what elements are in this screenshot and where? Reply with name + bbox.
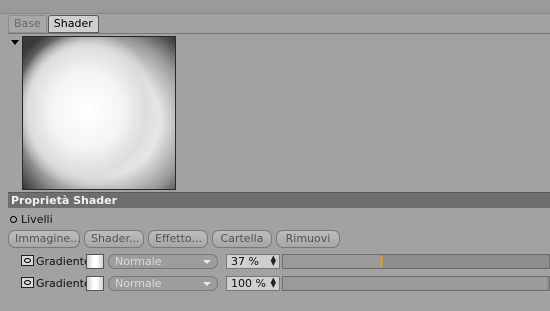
eye-icon[interactable]: [21, 277, 34, 288]
blend-mode-select[interactable]: Normale: [108, 254, 218, 269]
opacity-value: 100 %: [231, 277, 266, 290]
spinner-arrows-icon[interactable]: ▲ ▼: [271, 277, 276, 289]
shader-preview: [22, 36, 176, 190]
layer-row: Gradiente Normale 100 % ▲ ▼: [20, 275, 550, 293]
blend-mode-value: Normale: [115, 255, 162, 268]
slider-fill: [283, 255, 381, 268]
spinner-arrows-icon[interactable]: ▲ ▼: [271, 255, 276, 267]
shader-button[interactable]: Shader...: [84, 230, 144, 248]
tab-divider: [8, 33, 550, 34]
opacity-field[interactable]: 100 % ▲ ▼: [226, 276, 280, 291]
eye-icon[interactable]: [21, 255, 34, 266]
preview-image: [23, 37, 175, 189]
tab-bar: Base Shader: [8, 15, 100, 33]
layer-name: Gradiente: [36, 255, 91, 268]
livelli-label: Livelli: [21, 213, 53, 226]
top-bar: [0, 0, 550, 14]
layer-row: Gradiente Normale 37 % ▲ ▼: [20, 253, 550, 271]
layer-button-row: Immagine... Shader... Effetto... Cartell…: [8, 230, 344, 248]
opacity-slider[interactable]: [282, 254, 550, 269]
section-header[interactable]: Proprietà Shader: [8, 192, 550, 208]
bullet-icon: [10, 216, 17, 223]
layer-name: Gradiente: [36, 277, 91, 290]
tab-shader[interactable]: Shader: [47, 15, 99, 33]
opacity-field[interactable]: 37 % ▲ ▼: [226, 254, 280, 269]
dropdown-arrow-icon: [203, 260, 211, 264]
effect-button[interactable]: Effetto...: [148, 230, 208, 248]
blend-mode-value: Normale: [115, 277, 162, 290]
livelli-group: Livelli: [10, 213, 53, 226]
dropdown-arrow-icon: [203, 282, 211, 286]
remove-button[interactable]: Rimuovi: [276, 230, 340, 248]
blend-mode-select[interactable]: Normale: [108, 276, 218, 291]
layer-swatch[interactable]: [86, 254, 104, 269]
slider-handle[interactable]: [381, 256, 383, 267]
opacity-slider[interactable]: [282, 276, 550, 291]
slider-fill: [283, 277, 547, 290]
tab-base[interactable]: Base: [8, 15, 47, 33]
image-button[interactable]: Immagine...: [8, 230, 81, 248]
opacity-value: 37 %: [231, 255, 259, 268]
layer-swatch[interactable]: [86, 276, 104, 291]
collapse-arrow-icon[interactable]: [11, 40, 19, 45]
folder-button[interactable]: Cartella: [212, 230, 272, 248]
